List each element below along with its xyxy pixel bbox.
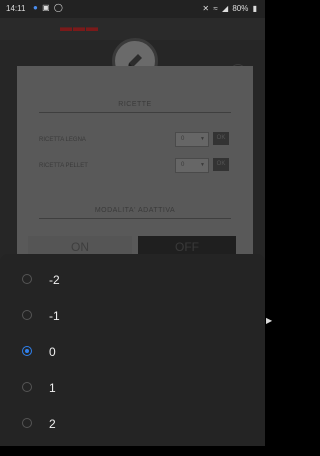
- settings-dialog: RICETTE RICETTA LEGNA 0 ▼ OK RICETTA PEL…: [17, 66, 253, 262]
- wifi-icon: ≈: [213, 4, 218, 13]
- recipe-wood-value: 0: [181, 136, 185, 142]
- picker-option-label: -1: [49, 309, 60, 323]
- notification-icons: ● ▣ ◯: [33, 3, 65, 12]
- signal-icon: ◢: [221, 4, 229, 13]
- recipe-pellet-label: RICETTA PELLET: [39, 163, 88, 169]
- whatsapp-icon: ◯: [53, 3, 63, 12]
- picker-option-label: 0: [49, 345, 56, 359]
- recipe-pellet-value: 0: [181, 162, 185, 168]
- battery-icon: ▮: [252, 4, 257, 13]
- recipe-pellet-ok-button[interactable]: OK: [213, 158, 229, 171]
- radio-button[interactable]: [22, 418, 32, 428]
- arrow-right-icon: ▶: [266, 316, 273, 325]
- battery-level: 80%: [232, 4, 249, 13]
- recipe-wood-select[interactable]: 0 ▼: [175, 132, 209, 147]
- picker-option[interactable]: -1: [0, 298, 265, 334]
- app-header: ▬▬▬: [0, 18, 265, 40]
- status-time: 14:11: [6, 4, 26, 13]
- radio-button[interactable]: [22, 274, 32, 284]
- picker-option-label: -2: [49, 273, 60, 287]
- chevron-down-icon: ▼: [200, 136, 205, 142]
- picker-option[interactable]: -2: [0, 262, 265, 298]
- recipes-divider: [39, 112, 231, 113]
- messenger-icon: ●: [33, 3, 38, 12]
- radio-button-selected[interactable]: [22, 346, 32, 356]
- value-picker-sheet: -2 -1 0 1 2: [0, 254, 265, 446]
- recipe-wood-label: RICETTA LEGNA: [39, 137, 86, 143]
- adaptive-section-title: MODALITA' ADATTIVA: [94, 207, 176, 214]
- picker-option[interactable]: 0: [0, 334, 265, 370]
- picker-option-label: 1: [49, 381, 56, 395]
- radio-button[interactable]: [22, 382, 32, 392]
- recipe-wood-ok-button[interactable]: OK: [213, 132, 229, 145]
- adaptive-divider: [39, 218, 231, 219]
- radio-button[interactable]: [22, 310, 32, 320]
- status-right: ✕ ≈ ◢ 80% ▮: [200, 4, 257, 13]
- brand-logo: ▬▬▬: [60, 20, 99, 34]
- status-bar: 14:11 ● ▣ ◯ ✕ ≈ ◢ 80% ▮: [0, 0, 265, 18]
- picker-option-label: 2: [49, 417, 56, 431]
- chevron-down-icon: ▼: [200, 162, 205, 168]
- picker-option[interactable]: 2: [0, 406, 265, 442]
- picker-option[interactable]: 1: [0, 370, 265, 406]
- recipes-section-title: RICETTE: [118, 101, 152, 108]
- silent-icon: ✕: [202, 4, 210, 13]
- recipe-pellet-select[interactable]: 0 ▼: [175, 158, 209, 173]
- phone-screen: 14:11 ● ▣ ◯ ✕ ≈ ◢ 80% ▮ ▬▬▬ RICETTE RICE…: [0, 0, 265, 446]
- image-icon: ▣: [42, 3, 50, 12]
